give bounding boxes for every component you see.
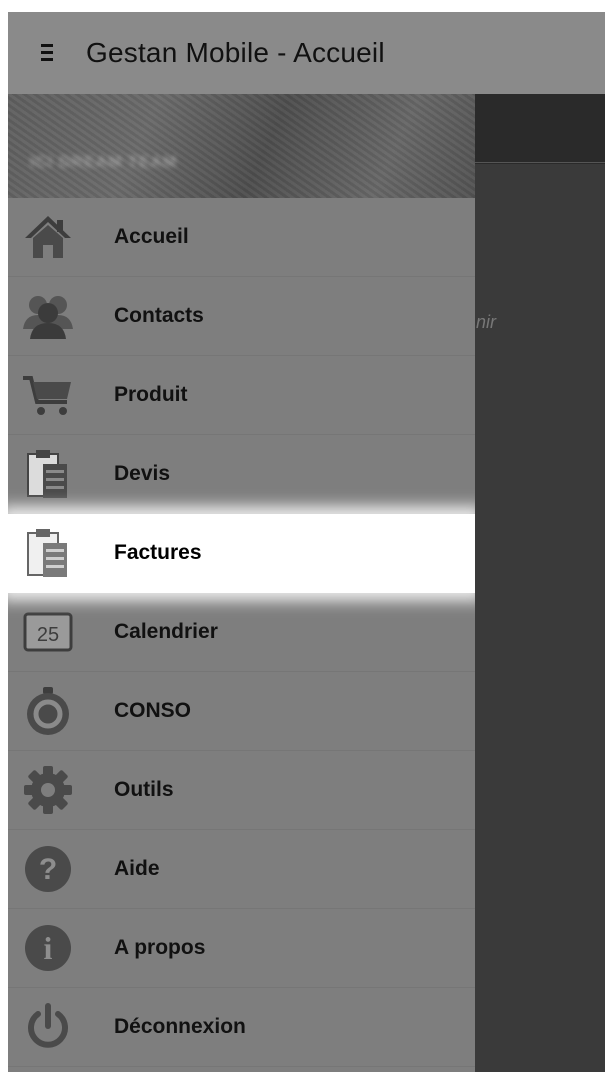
gear-icon: [18, 760, 78, 820]
menu-item-label: A propos: [114, 936, 206, 959]
clipboard-icon: [18, 444, 78, 504]
calendar-day-number: 25: [37, 624, 59, 646]
navigation-drawer: ICI DREAM TEAM Accueil Contacts Produit …: [8, 94, 475, 1072]
menu-item-aide[interactable]: ? Aide: [8, 830, 475, 909]
hamburger-menu-icon: [41, 44, 53, 62]
app-bar: Gestan Mobile - Accueil: [8, 12, 605, 94]
menu-item-label: Produit: [114, 383, 188, 406]
menu-item-calendrier[interactable]: 25 Calendrier: [8, 593, 475, 672]
menu-item-label: Accueil: [114, 225, 189, 248]
info-glyph: i: [44, 930, 53, 966]
menu-item-label: Outils: [114, 778, 174, 801]
app-screen: Gestan Mobile - Accueil nir ICI DREAM TE…: [8, 12, 605, 1072]
app-title: Gestan Mobile - Accueil: [86, 37, 385, 68]
help-icon: ?: [18, 839, 78, 899]
menu-item-label: Aide: [114, 857, 160, 880]
menu-item-devis[interactable]: Devis: [8, 435, 475, 514]
clipboard-icon: [18, 523, 78, 583]
timer-icon: [18, 681, 78, 741]
menu-item-conso[interactable]: CONSO: [8, 672, 475, 751]
info-icon: i: [18, 918, 78, 978]
menu-item-label: Factures: [114, 541, 202, 564]
menu-item-deconnexion[interactable]: Déconnexion: [8, 988, 475, 1067]
menu-item-outils[interactable]: Outils: [8, 751, 475, 830]
content-divider: [475, 162, 605, 163]
drawer-header-text: ICI DREAM TEAM: [30, 154, 178, 171]
help-glyph: ?: [39, 853, 57, 886]
menu-item-label: Déconnexion: [114, 1015, 246, 1038]
menu-item-label: Devis: [114, 462, 171, 485]
menu-item-produit[interactable]: Produit: [8, 356, 475, 435]
home-icon: [18, 207, 78, 267]
menu-item-factures[interactable]: Factures: [8, 514, 475, 593]
menu-item-accueil[interactable]: Accueil: [8, 198, 475, 277]
content-snippet: nir: [476, 312, 497, 332]
cart-icon: [18, 365, 78, 425]
contacts-icon: [18, 286, 78, 346]
menu-item-a-propos[interactable]: i A propos: [8, 909, 475, 988]
power-icon: [18, 997, 78, 1057]
drawer-header: ICI DREAM TEAM: [8, 94, 475, 198]
menu-button[interactable]: [8, 12, 86, 94]
menu-item-label: Contacts: [114, 304, 204, 327]
menu-item-label: Calendrier: [114, 620, 218, 643]
menu-item-label: CONSO: [114, 699, 192, 722]
menu-item-contacts[interactable]: Contacts: [8, 277, 475, 356]
drawer-menu: Accueil Contacts Produit Devis Factures …: [8, 198, 475, 1067]
calendar-icon: 25: [18, 602, 78, 662]
